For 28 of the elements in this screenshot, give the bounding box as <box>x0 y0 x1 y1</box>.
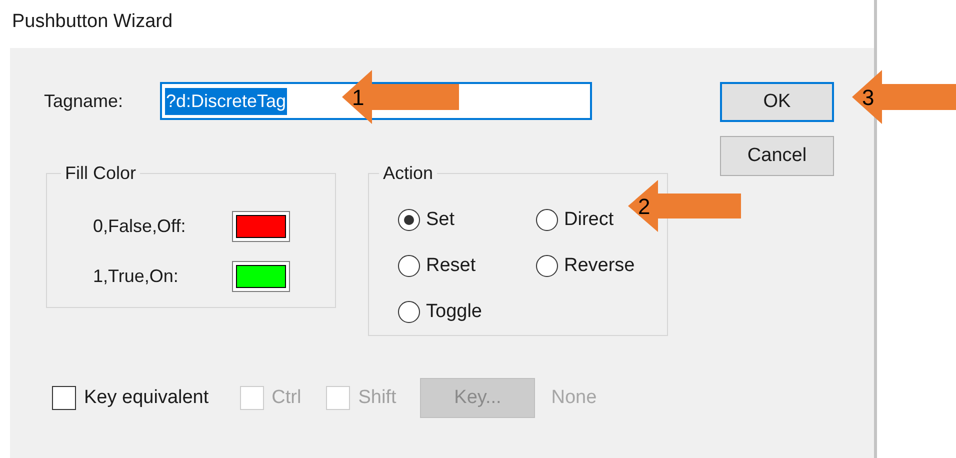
callout-arrow: 1 <box>342 70 459 124</box>
group-title: Fill Color <box>64 162 138 185</box>
radio-label: Reverse <box>564 254 635 278</box>
radio-button[interactable] <box>536 255 558 277</box>
radio-button[interactable] <box>398 209 420 231</box>
checkbox-label: Shift <box>358 386 396 410</box>
checkbox[interactable] <box>52 386 76 410</box>
radio-button[interactable] <box>398 301 420 323</box>
color-label: 0,False,Off: <box>93 215 187 238</box>
group-title: Action <box>382 162 434 185</box>
radio-button[interactable] <box>398 255 420 277</box>
tagname-label: Tagname: <box>44 90 124 113</box>
dialog-button[interactable]: OK <box>720 82 834 122</box>
radio-button[interactable] <box>536 209 558 231</box>
window-title: Pushbutton Wizard <box>12 11 173 32</box>
color-label: 1,True,On: <box>93 265 180 288</box>
color-swatch[interactable] <box>232 261 290 292</box>
dialog-button[interactable]: Cancel <box>720 136 834 176</box>
radio-label: Direct <box>564 208 614 232</box>
key-value: None <box>551 386 597 410</box>
color-swatch[interactable] <box>232 211 290 242</box>
callout-arrow: 3 <box>852 70 956 124</box>
radio-label: Toggle <box>426 300 482 324</box>
radio-label: Set <box>426 208 455 232</box>
checkbox-label: Key equivalent <box>84 386 209 410</box>
radio-label: Reset <box>426 254 476 278</box>
callout-arrow: 2 <box>628 180 741 232</box>
checkbox-label: Ctrl <box>272 386 302 410</box>
